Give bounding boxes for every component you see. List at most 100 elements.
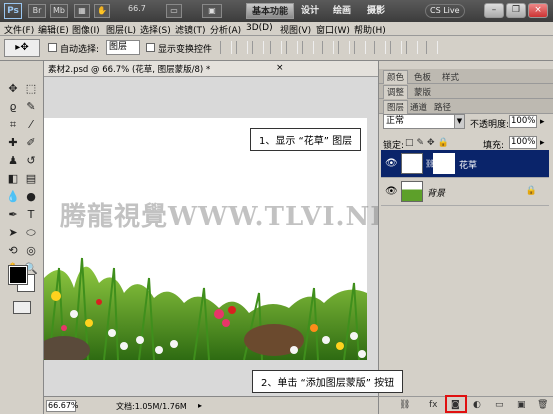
trash-icon[interactable]: 🗑 bbox=[537, 400, 548, 410]
opacity-slider-icon[interactable]: ▸ bbox=[540, 117, 545, 127]
move-tool-icon[interactable]: ✥ bbox=[4, 81, 22, 97]
tab-styles[interactable]: 样式 bbox=[439, 71, 462, 83]
tab-layers[interactable]: 图层 bbox=[383, 100, 409, 114]
bridge-button[interactable]: Br bbox=[28, 4, 46, 18]
menu-help[interactable]: 帮助(H) bbox=[354, 23, 386, 36]
document-tab[interactable]: 素材2.psd @ 66.7% (花草, 图层蒙版/8) * × bbox=[44, 61, 378, 77]
eye-icon[interactable]: 👁 bbox=[385, 186, 398, 197]
gradient-tool-icon[interactable]: ▤ bbox=[22, 171, 40, 187]
chevron-down-icon: ▼ bbox=[454, 115, 464, 128]
eraser-tool-icon[interactable]: ◧ bbox=[4, 171, 22, 187]
view-extras-icon[interactable]: ▦ bbox=[74, 4, 90, 18]
minimize-button[interactable]: – bbox=[484, 3, 504, 18]
brush-tool-icon[interactable]: ✐ bbox=[22, 135, 40, 151]
mini-bridge-button[interactable]: Mb bbox=[50, 4, 68, 18]
menu-file[interactable]: 文件(F) bbox=[4, 23, 34, 36]
workspace-design[interactable]: 设计 bbox=[296, 3, 324, 19]
zoom-level[interactable]: 66.7 bbox=[128, 4, 146, 13]
menu-layer[interactable]: 图层(L) bbox=[106, 23, 136, 36]
image-canvas[interactable] bbox=[44, 118, 367, 360]
eye-icon[interactable]: 👁 bbox=[385, 158, 398, 169]
healing-brush-tool-icon[interactable]: ✚ bbox=[4, 135, 22, 151]
screen-mode-icon[interactable]: ▣ bbox=[202, 4, 222, 18]
opacity-label: 不透明度: bbox=[470, 120, 510, 130]
link-layers-icon[interactable]: ⛓ bbox=[399, 400, 410, 410]
restore-button[interactable]: ❐ bbox=[506, 3, 526, 18]
status-arrow-icon[interactable]: ▸ bbox=[198, 401, 202, 410]
path-select-tool-icon[interactable]: ➤ bbox=[4, 225, 22, 241]
3d-rotate-tool-icon[interactable]: ⟲ bbox=[4, 243, 22, 259]
auto-select-checkbox[interactable] bbox=[48, 43, 57, 52]
callout-step-1: 1、显示 “花草” 图层 bbox=[250, 128, 362, 151]
blend-mode-select[interactable]: 正常 ▼ bbox=[383, 114, 465, 129]
group-icon[interactable]: ▭ bbox=[495, 400, 504, 410]
lasso-tool-icon[interactable]: ϱ bbox=[4, 99, 22, 115]
show-transform-checkbox[interactable] bbox=[146, 43, 155, 52]
align-bottom-icon[interactable] bbox=[252, 41, 264, 54]
clone-stamp-tool-icon[interactable]: ♟ bbox=[4, 153, 22, 169]
distribute-vcenter-icon[interactable] bbox=[338, 41, 350, 54]
align-left-icon[interactable] bbox=[270, 41, 282, 54]
menu-image[interactable]: 图像(I) bbox=[72, 23, 100, 36]
menu-analysis[interactable]: 分析(A) bbox=[210, 23, 241, 36]
menu-edit[interactable]: 编辑(E) bbox=[38, 23, 69, 36]
layer-mask-thumbnail[interactable] bbox=[433, 153, 455, 174]
dodge-tool-icon[interactable]: ● bbox=[22, 189, 40, 205]
3d-orbit-tool-icon[interactable]: ◎ bbox=[22, 243, 40, 259]
close-button[interactable]: × bbox=[528, 3, 548, 18]
close-document-icon[interactable]: × bbox=[276, 63, 284, 73]
align-top-icon[interactable] bbox=[220, 41, 232, 54]
auto-select-dropdown[interactable]: 图层 bbox=[106, 40, 140, 55]
auto-align-icon[interactable] bbox=[426, 41, 438, 54]
menu-select[interactable]: 选择(S) bbox=[140, 23, 171, 36]
tab-channels[interactable]: 通道 bbox=[407, 101, 430, 113]
foreground-color-swatch[interactable] bbox=[8, 265, 28, 285]
crop-tool-icon[interactable]: ⌗ bbox=[4, 117, 22, 133]
menu-view[interactable]: 视图(V) bbox=[280, 23, 311, 36]
blur-tool-icon[interactable]: 💧 bbox=[4, 189, 22, 205]
align-hcenter-icon[interactable] bbox=[286, 41, 298, 54]
layer-row-flowers[interactable]: 👁 ⛓ 花草 bbox=[381, 150, 549, 178]
arrange-icon[interactable]: ▭ bbox=[166, 4, 182, 18]
tab-color[interactable]: 颜色 bbox=[383, 70, 409, 84]
distribute-left-icon[interactable] bbox=[374, 41, 386, 54]
menu-window[interactable]: 窗口(W) bbox=[316, 23, 350, 36]
align-right-icon[interactable] bbox=[302, 41, 314, 54]
eyedropper-tool-icon[interactable]: ⁄ bbox=[22, 117, 40, 133]
menu-filter[interactable]: 滤镜(T) bbox=[175, 23, 206, 36]
tab-paths[interactable]: 路径 bbox=[431, 101, 454, 113]
cs-live-button[interactable]: CS Live bbox=[425, 4, 465, 18]
workspace-painting[interactable]: 绘画 bbox=[328, 3, 356, 19]
opacity-field[interactable]: 100% bbox=[509, 115, 537, 128]
tab-masks[interactable]: 蒙版 bbox=[411, 86, 434, 98]
fill-field[interactable]: 100% bbox=[509, 136, 537, 149]
move-tool-preset-icon[interactable]: ▸✥ bbox=[4, 39, 40, 57]
app-bar: Ps Br Mb ▦ ✋ 66.7 ▭ ▣ 基本功能 设计 绘画 摄影 CS L… bbox=[0, 0, 553, 22]
adjust-panel-tabs: 调整 蒙版 bbox=[379, 84, 553, 99]
distribute-hcenter-icon[interactable] bbox=[390, 41, 402, 54]
quick-select-tool-icon[interactable]: ✎ bbox=[22, 99, 40, 115]
fill-slider-icon[interactable]: ▸ bbox=[540, 138, 545, 148]
layer-style-icon[interactable]: fx bbox=[429, 400, 438, 410]
workspace-essentials[interactable]: 基本功能 bbox=[246, 3, 295, 19]
hand-icon[interactable]: ✋ bbox=[94, 4, 110, 18]
menu-3d[interactable]: 3D(D) bbox=[246, 23, 273, 33]
history-brush-tool-icon[interactable]: ↺ bbox=[22, 153, 40, 169]
distribute-right-icon[interactable] bbox=[406, 41, 418, 54]
lock-options-icons[interactable]: □✎✥🔒 bbox=[405, 138, 452, 148]
new-layer-icon[interactable]: ▣ bbox=[517, 400, 526, 410]
distribute-bottom-icon[interactable] bbox=[354, 41, 366, 54]
quick-mask-icon[interactable] bbox=[13, 301, 31, 314]
workspace-photography[interactable]: 摄影 bbox=[362, 3, 390, 19]
layer-row-background[interactable]: 👁 背景 🔒 bbox=[381, 178, 549, 206]
tab-adjustments[interactable]: 调整 bbox=[383, 85, 409, 99]
adjustment-layer-icon[interactable]: ◐ bbox=[473, 400, 481, 410]
pen-tool-icon[interactable]: ✒ bbox=[4, 207, 22, 223]
marquee-tool-icon[interactable]: ⬚ bbox=[22, 81, 40, 97]
type-tool-icon[interactable]: T bbox=[22, 207, 40, 223]
align-vcenter-icon[interactable] bbox=[236, 41, 248, 54]
shape-tool-icon[interactable]: ⬭ bbox=[22, 225, 40, 241]
status-zoom-field[interactable]: 66.67% bbox=[46, 400, 79, 412]
tab-swatches[interactable]: 色板 bbox=[411, 71, 434, 83]
distribute-top-icon[interactable] bbox=[322, 41, 334, 54]
